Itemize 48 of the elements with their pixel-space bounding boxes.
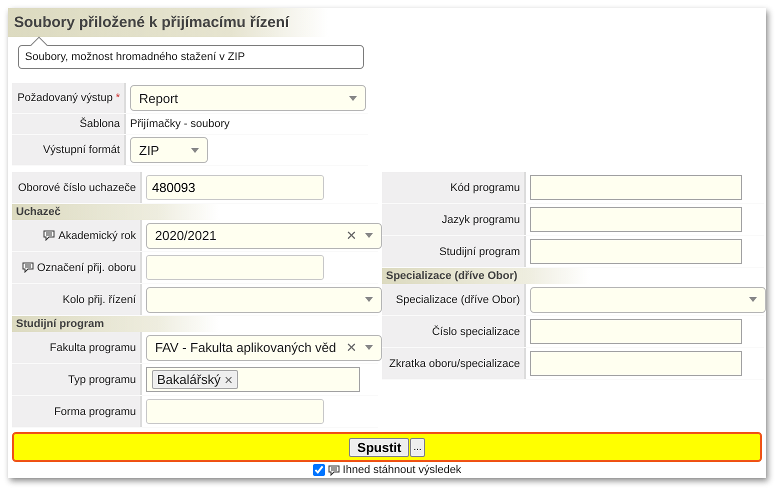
input-field[interactable]: 480093 xyxy=(146,175,324,200)
field-label: Forma programu xyxy=(12,396,142,427)
field-value: Přijímačky - soubory xyxy=(130,118,230,130)
input-field[interactable] xyxy=(530,351,742,376)
input-field[interactable] xyxy=(146,399,324,424)
caret-icon xyxy=(365,297,373,302)
field-label: Akademický rok xyxy=(12,220,142,251)
field-label: Zkratka oboru/specializace xyxy=(382,348,526,379)
field-label: Šablona xyxy=(12,114,126,134)
run-button[interactable]: Spustit xyxy=(349,438,410,456)
field-label: Kolo přij. řízení xyxy=(12,284,142,315)
select-field[interactable]: FAV - Fakulta aplikovaných věd ✕ xyxy=(146,334,382,360)
input-field[interactable] xyxy=(530,175,742,200)
tag-field[interactable]: Bakalářský ✕ xyxy=(146,367,360,392)
input-field[interactable] xyxy=(530,207,742,232)
caret-icon xyxy=(749,297,757,302)
input-field[interactable] xyxy=(530,239,742,264)
required-asterisk: * xyxy=(116,92,120,104)
download-checkbox[interactable] xyxy=(312,464,325,476)
field-label: Studijní program xyxy=(382,236,526,267)
description-text: Soubory, možnost hromadného stažení v ZIP xyxy=(25,51,245,63)
field-label: Označení přij. oboru xyxy=(12,252,142,283)
select-field[interactable]: Report xyxy=(130,85,366,111)
input-field[interactable] xyxy=(146,255,324,280)
select-field[interactable] xyxy=(530,286,766,312)
field-label: Specializace (dříve Obor) xyxy=(382,284,526,315)
field-label: Typ programu xyxy=(12,364,142,395)
select-field[interactable]: 2020/2021 ✕ xyxy=(146,222,382,248)
field-label: Fakulta programu xyxy=(12,332,142,363)
checkbox-label: Ihned stáhnout výsledek xyxy=(342,464,462,476)
field-label: Číslo specializace xyxy=(382,316,526,347)
caret-icon xyxy=(349,96,357,100)
select-field[interactable] xyxy=(146,286,382,312)
select-field[interactable]: ZIP xyxy=(130,137,208,163)
panel-title: Soubory přiložené k přijímacímu řízení xyxy=(8,8,330,37)
tag-chip[interactable]: Bakalářský ✕ xyxy=(152,370,238,389)
caret-icon xyxy=(365,345,373,350)
clear-icon[interactable]: ✕ xyxy=(346,340,357,355)
clear-icon[interactable]: ✕ xyxy=(346,228,357,243)
field-label: Kód programu xyxy=(382,172,526,203)
field-label: Oborové číslo uchazeče xyxy=(12,172,142,203)
caret-icon xyxy=(191,148,199,152)
field-label: Výstupní formát xyxy=(12,135,126,165)
field-label: Požadovaný výstup * xyxy=(12,83,126,113)
field-label: Jazyk programu xyxy=(382,204,526,235)
more-button[interactable]: ... xyxy=(410,438,425,456)
input-field[interactable] xyxy=(530,319,742,344)
caret-icon xyxy=(365,233,373,238)
